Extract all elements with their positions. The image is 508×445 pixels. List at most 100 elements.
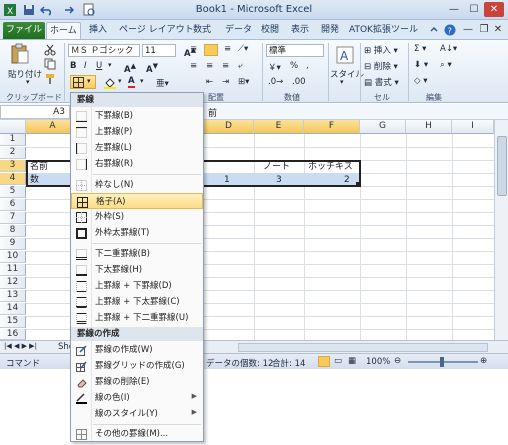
font-shrink-button[interactable]: A▼: [146, 61, 158, 75]
horizontal-scrollbar[interactable]: [238, 343, 488, 352]
number-format-select[interactable]: 標準: [266, 44, 324, 57]
align-middle-button[interactable]: [204, 44, 218, 56]
delete-cells-button[interactable]: ⊟ 削除 ▾: [364, 60, 398, 72]
row-header[interactable]: 14: [0, 303, 26, 315]
menu-item-double-bottom-border[interactable]: 下二重罫線(B): [71, 246, 203, 262]
row-header[interactable]: 5: [0, 186, 26, 198]
tab-view[interactable]: 表示: [288, 22, 312, 39]
cell-d4[interactable]: 1: [224, 174, 230, 186]
help-icon[interactable]: ?: [444, 24, 456, 36]
row-header[interactable]: 13: [0, 290, 26, 302]
font-name-select[interactable]: ＭＳ Ｐゴシック: [68, 44, 140, 57]
tab-file[interactable]: ファイル: [3, 22, 46, 39]
menu-item-thick-bottom-border[interactable]: 下太罫線(H): [71, 262, 203, 278]
row-header[interactable]: 2: [0, 147, 26, 159]
italic-button[interactable]: I: [84, 61, 87, 71]
column-header[interactable]: F: [304, 120, 360, 134]
phonetic-button[interactable]: 亜▾: [156, 77, 169, 89]
font-size-select[interactable]: 11: [142, 44, 176, 57]
name-box[interactable]: A3: [0, 105, 70, 119]
row-header[interactable]: 16: [0, 329, 26, 340]
paste-icon[interactable]: [10, 43, 30, 65]
row-header[interactable]: 15: [0, 316, 26, 328]
menu-item-top-double-bottom-border[interactable]: 上罫線 + 下二重罫線(U): [71, 310, 203, 326]
zoom-level[interactable]: 100%: [366, 357, 390, 367]
tab-data[interactable]: データ: [222, 22, 255, 39]
comma-button[interactable]: ,: [306, 61, 309, 71]
format-painter-icon[interactable]: [44, 73, 56, 85]
tab-home[interactable]: ホーム: [46, 22, 81, 39]
menu-item-right-border[interactable]: 右罫線(R): [71, 156, 203, 172]
column-header[interactable]: D: [204, 120, 254, 134]
sort-filter-button[interactable]: A↓▾: [440, 44, 457, 54]
column-header[interactable]: I: [452, 120, 494, 134]
vertical-scrollbar[interactable]: [494, 120, 508, 340]
cell-f3[interactable]: ホッチキス: [308, 161, 353, 173]
styles-icon[interactable]: A: [336, 46, 354, 64]
fill-handle[interactable]: [356, 182, 361, 187]
select-all-corner[interactable]: [0, 120, 26, 134]
fill-color-icon[interactable]: [104, 77, 116, 89]
font-color-button[interactable]: A: [128, 76, 135, 88]
row-header[interactable]: 1: [0, 134, 26, 146]
cell-a4[interactable]: 数: [30, 174, 39, 186]
tab-review[interactable]: 校閲: [258, 22, 282, 39]
menu-item-line-color[interactable]: 線の色(I) ▶: [71, 390, 203, 406]
menu-item-erase-border[interactable]: 罫線の削除(E): [71, 374, 203, 390]
tab-atok[interactable]: ATOK拡張ツール: [346, 22, 421, 39]
menu-item-top-bottom-border[interactable]: 上罫線 + 下罫線(D): [71, 278, 203, 294]
cut-icon[interactable]: [44, 44, 56, 56]
sheet-nav-buttons[interactable]: |◀ ◀ ▶ ▶|: [4, 342, 37, 350]
column-header[interactable]: E: [254, 120, 304, 134]
menu-item-draw-border[interactable]: 罫線の作成(W): [71, 342, 203, 358]
copy-icon[interactable]: [44, 58, 56, 70]
clear-button[interactable]: ◇ ▾: [414, 76, 428, 86]
menu-item-more-borders[interactable]: その他の罫線(M)...: [71, 426, 203, 442]
row-header[interactable]: 7: [0, 212, 26, 224]
column-header[interactable]: H: [406, 120, 452, 134]
tab-insert[interactable]: 挿入: [86, 22, 110, 39]
zoom-slider-thumb[interactable]: [440, 357, 444, 367]
align-center-button[interactable]: ≡: [206, 61, 213, 71]
page-layout-view-button[interactable]: ▭: [334, 356, 342, 366]
merge-center-button[interactable]: ⊞▾: [238, 77, 249, 87]
row-header[interactable]: 12: [0, 277, 26, 289]
percent-button[interactable]: %: [290, 61, 298, 71]
cell-f4[interactable]: 2: [344, 174, 350, 186]
zoom-out-button[interactable]: ⊖: [394, 356, 401, 366]
align-left-button[interactable]: ≡: [190, 61, 197, 71]
underline-button[interactable]: U: [96, 61, 102, 71]
ribbon-minimize-icon[interactable]: [428, 24, 440, 36]
tab-formulas[interactable]: 数式: [190, 22, 214, 39]
menu-item-all-borders[interactable]: 格子(A): [71, 193, 203, 209]
row-header[interactable]: 6: [0, 199, 26, 211]
menu-item-top-thick-bottom-border[interactable]: 上罫線 + 下太罫線(C): [71, 294, 203, 310]
row-header[interactable]: 11: [0, 264, 26, 276]
menu-item-no-border[interactable]: 枠なし(N): [71, 177, 203, 193]
tab-developer[interactable]: 開発: [318, 22, 342, 39]
increase-decimal-button[interactable]: .0→: [268, 77, 283, 87]
row-header[interactable]: 4: [0, 173, 26, 185]
find-select-button[interactable]: ⌕ ▾: [440, 60, 452, 70]
font-grow-button[interactable]: A▲: [124, 61, 136, 75]
row-header[interactable]: 8: [0, 225, 26, 237]
wrap-text-button[interactable]: ⤶: [238, 61, 243, 71]
row-header[interactable]: 10: [0, 251, 26, 263]
normal-view-button[interactable]: [318, 356, 330, 367]
row-header[interactable]: 3: [0, 160, 26, 172]
menu-item-left-border[interactable]: 左罫線(L): [71, 140, 203, 156]
autosum-button[interactable]: Σ ▾: [414, 44, 426, 54]
menu-item-thick-box-border[interactable]: 外枠太罫線(T): [71, 225, 203, 241]
align-bottom-button[interactable]: ≡: [224, 44, 231, 54]
align-top-button[interactable]: ≡: [190, 44, 197, 54]
menu-item-line-style[interactable]: 線のスタイル(Y) ▶: [71, 406, 203, 422]
format-cells-button[interactable]: ▤ 書式 ▾: [364, 76, 399, 88]
decrease-decimal-button[interactable]: .00: [292, 77, 306, 87]
menu-item-bottom-border[interactable]: 下罫線(B): [71, 108, 203, 124]
insert-cells-button[interactable]: ⊞ 挿入 ▾: [364, 44, 398, 56]
indent-increase-button[interactable]: ⇥: [222, 77, 229, 87]
maximize-button[interactable]: ☐: [464, 2, 484, 17]
close-button[interactable]: ✕: [484, 2, 504, 17]
cell-e4[interactable]: 3: [276, 174, 282, 186]
workbook-close-button[interactable]: ✕: [490, 22, 506, 37]
